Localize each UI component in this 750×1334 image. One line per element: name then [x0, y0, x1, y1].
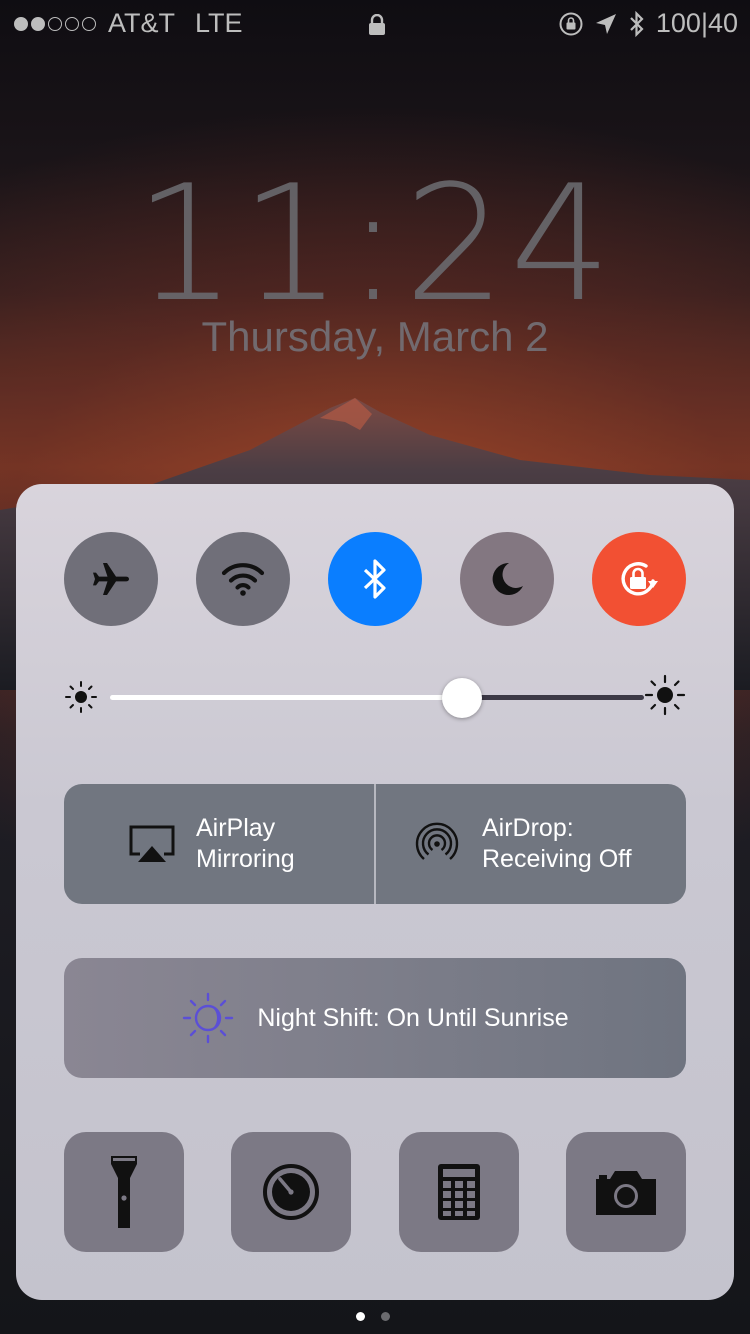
- moon-icon: [492, 562, 523, 595]
- brightness-thumb[interactable]: [442, 678, 483, 718]
- brightness-slider[interactable]: [64, 674, 686, 718]
- airplay-airdrop-row: AirPlay Mirroring AirDrop: Receiving Off: [64, 784, 686, 904]
- orientation-lock-icon: [559, 12, 583, 35]
- status-bar: AT&T LTE 100|40: [0, 0, 750, 48]
- sun-small-icon: [65, 681, 97, 713]
- airdrop-label-line2: Receiving Off: [482, 845, 632, 873]
- timer-icon: [263, 1164, 319, 1220]
- airdrop-icon: [415, 822, 459, 860]
- brightness-track-empty: [462, 695, 644, 700]
- calculator-button[interactable]: [399, 1132, 519, 1252]
- airplane-icon: [93, 563, 129, 595]
- airdrop-label-line1: AirDrop:: [482, 814, 574, 842]
- night-shift-label: Night Shift: On Until Sunrise: [257, 1003, 569, 1032]
- sun-large-icon: [644, 674, 686, 716]
- lock-icon: [368, 12, 386, 43]
- battery-text: 100|40: [655, 8, 738, 38]
- flashlight-button[interactable]: [64, 1132, 184, 1252]
- calculator-icon: [438, 1164, 480, 1220]
- page-dot: [381, 1312, 390, 1321]
- airplay-label: AirPlay Mirroring: [196, 813, 295, 875]
- camera-button[interactable]: [566, 1132, 686, 1252]
- lock-screen-date: Thursday, March 2: [201, 313, 549, 360]
- night-shift-button[interactable]: Night Shift: On Until Sunrise: [64, 958, 686, 1078]
- timer-button[interactable]: [231, 1132, 351, 1252]
- shortcut-row: [64, 1132, 686, 1252]
- bluetooth-icon: [630, 10, 644, 37]
- brightness-track-filled: [110, 695, 463, 700]
- signal-strength-icon: [14, 16, 96, 31]
- location-arrow-icon: [595, 13, 616, 34]
- bluetooth-icon: [363, 559, 386, 599]
- airdrop-button[interactable]: AirDrop: Receiving Off: [376, 784, 686, 904]
- rotation-lock-icon: [621, 562, 658, 596]
- airplay-label-line2: Mirroring: [196, 845, 295, 873]
- rotation-lock-toggle[interactable]: [592, 532, 686, 626]
- airplay-icon: [129, 825, 175, 862]
- airplay-mirroring-button[interactable]: AirPlay Mirroring: [64, 784, 374, 904]
- page-dot-current: [356, 1312, 365, 1321]
- night-shift-icon: [183, 992, 234, 1044]
- do-not-disturb-toggle[interactable]: [460, 532, 554, 626]
- status-right: 100|40: [558, 8, 738, 39]
- airplane-mode-toggle[interactable]: [64, 532, 158, 626]
- lock-screen-time: 11:24: [134, 150, 616, 337]
- bluetooth-toggle[interactable]: [328, 532, 422, 626]
- page-indicator[interactable]: [356, 1312, 390, 1321]
- wifi-toggle[interactable]: [196, 532, 290, 626]
- control-center-panel: AirPlay Mirroring AirDrop: Receiving Off: [16, 484, 734, 1300]
- carrier-name: AT&T: [108, 8, 175, 38]
- connectivity-toggles: [64, 532, 686, 626]
- airplay-label-line1: AirPlay: [196, 814, 276, 842]
- camera-icon: [596, 1171, 656, 1215]
- flashlight-icon: [111, 1156, 137, 1228]
- status-left: AT&T LTE: [14, 8, 243, 39]
- wifi-icon: [221, 563, 265, 596]
- network-type: LTE: [195, 8, 243, 38]
- airdrop-label: AirDrop: Receiving Off: [482, 813, 632, 875]
